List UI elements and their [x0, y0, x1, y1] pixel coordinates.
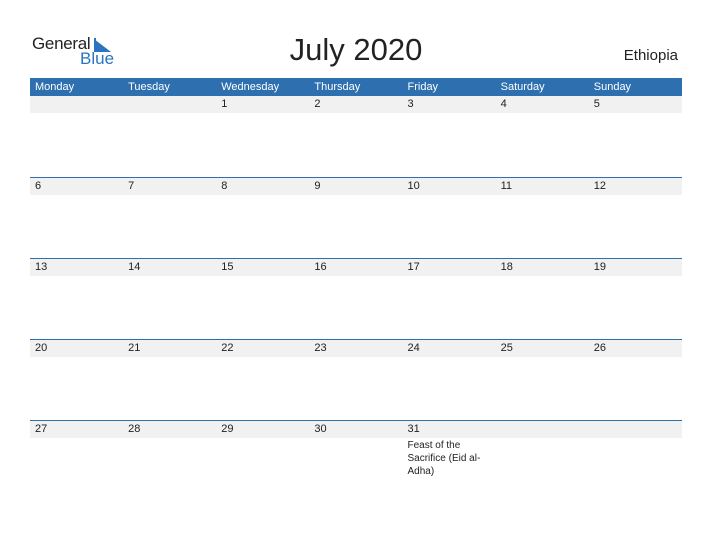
events-area — [30, 276, 682, 277]
week-row: 6 7 8 9 10 11 12 — [30, 177, 682, 258]
events-area — [30, 195, 682, 196]
day-number: 16 — [314, 261, 327, 273]
day-number — [30, 96, 123, 113]
weekday-wednesday: Wednesday — [221, 81, 280, 93]
day-number: 26 — [593, 342, 606, 354]
holiday-event — [589, 195, 682, 196]
holiday-event — [30, 438, 123, 478]
holiday-event — [216, 357, 309, 358]
holiday-event — [123, 113, 216, 114]
day-number: 21 — [128, 342, 141, 354]
day-number: 17 — [407, 261, 420, 273]
holiday-event — [123, 438, 216, 478]
day-number: 1 — [221, 98, 228, 110]
holiday-event — [496, 438, 589, 478]
day-number: 25 — [500, 342, 513, 354]
day-number: 10 — [407, 180, 420, 192]
day-number: 2 — [314, 98, 321, 110]
day-number: 12 — [593, 180, 606, 192]
holiday-event — [589, 113, 682, 114]
holiday-event — [216, 276, 309, 277]
weekday-header: Monday Tuesday Wednesday Thursday Friday… — [30, 78, 682, 96]
events-area — [30, 357, 682, 358]
calendar-title: July 2020 — [289, 32, 423, 67]
day-number: 7 — [128, 180, 135, 192]
day-number: 20 — [35, 342, 48, 354]
day-number: 13 — [35, 261, 48, 273]
date-strip: 6 7 8 9 10 11 12 — [30, 178, 682, 195]
week-row: 1 2 3 4 5 — [30, 96, 682, 177]
holiday-event — [496, 113, 589, 114]
date-strip: 1 2 3 4 5 — [30, 96, 682, 113]
holiday-event — [403, 113, 496, 114]
day-number: 15 — [221, 261, 234, 273]
holiday-event — [589, 276, 682, 277]
day-number — [123, 96, 216, 113]
day-number: 24 — [407, 342, 420, 354]
holiday-event — [309, 195, 402, 196]
holiday-event — [403, 357, 496, 358]
holiday-event: Feast of the Sacrifice (Eid al-Adha) — [407, 440, 481, 477]
events-area — [30, 113, 682, 114]
holiday-event — [30, 276, 123, 277]
holiday-event — [309, 276, 402, 277]
week-row: 27 28 29 30 31 Feast of the Sacrifice (Eid al… — [30, 420, 682, 501]
holiday-event — [216, 438, 309, 478]
holiday-event — [403, 276, 496, 277]
week-row: 13 14 15 16 17 18 19 — [30, 258, 682, 339]
holiday-event — [496, 276, 589, 277]
holiday-event — [309, 113, 402, 114]
weekday-monday: Monday — [35, 81, 75, 93]
holiday-event — [30, 113, 123, 114]
holiday-event — [403, 195, 496, 196]
day-number: 18 — [500, 261, 513, 273]
day-number: 23 — [314, 342, 327, 354]
day-number: 11 — [500, 180, 513, 192]
day-number: 29 — [221, 423, 234, 435]
weekday-tuesday: Tuesday — [128, 81, 170, 93]
holiday-event — [496, 195, 589, 196]
day-number: 9 — [314, 180, 321, 192]
holiday-event — [589, 438, 682, 478]
day-number: 31 — [407, 423, 420, 435]
weekday-friday: Friday — [407, 81, 439, 93]
day-number: 28 — [128, 423, 141, 435]
day-number: 5 — [593, 98, 600, 110]
day-number: 4 — [500, 98, 507, 110]
events-area: Feast of the Sacrifice (Eid al-Adha) — [30, 438, 682, 478]
holiday-event — [216, 195, 309, 196]
holiday-event — [123, 357, 216, 358]
day-number: 19 — [593, 261, 606, 273]
date-strip: 20 21 22 23 24 25 26 — [30, 340, 682, 357]
holiday-event — [589, 357, 682, 358]
holiday-event — [30, 357, 123, 358]
day-number: 8 — [221, 180, 228, 192]
day-number: 22 — [221, 342, 234, 354]
weekday-sunday: Sunday — [593, 81, 632, 93]
day-number: 3 — [407, 98, 414, 110]
day-number: 6 — [35, 180, 42, 192]
country-label: Ethiopia — [623, 47, 678, 64]
day-number: 30 — [314, 423, 327, 435]
day-number: 27 — [35, 423, 48, 435]
holiday-event — [123, 195, 216, 196]
holiday-event — [496, 357, 589, 358]
day-number — [496, 421, 589, 438]
weekday-thursday: Thursday — [314, 81, 361, 93]
weekday-saturday: Saturday — [500, 81, 545, 93]
week-row: 20 21 22 23 24 25 26 — [30, 339, 682, 420]
date-strip: 27 28 29 30 31 — [30, 421, 682, 438]
holiday-event — [216, 113, 309, 114]
holiday-event — [30, 195, 123, 196]
holiday-event — [123, 276, 216, 277]
day-number: 14 — [128, 261, 141, 273]
holiday-event — [309, 357, 402, 358]
holiday-event — [309, 438, 402, 478]
day-number — [589, 421, 682, 438]
date-strip: 13 14 15 16 17 18 19 — [30, 259, 682, 276]
